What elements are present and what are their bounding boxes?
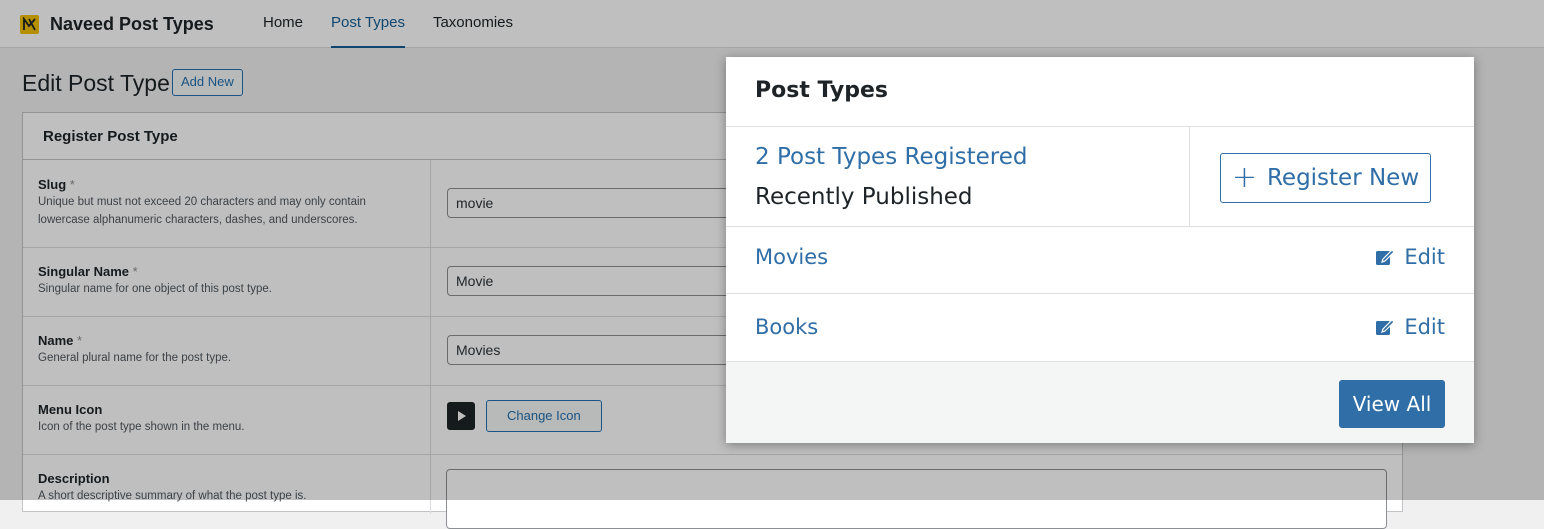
popup-title: Post Types [755, 78, 889, 103]
plus-icon: + [1231, 160, 1257, 195]
divider [726, 293, 1474, 294]
divider [726, 126, 1474, 127]
recently-published-label: Recently Published [755, 184, 973, 210]
view-all-button[interactable]: View All [1339, 380, 1445, 428]
edit-books-button[interactable]: Edit [1375, 315, 1445, 339]
register-new-label: Register New [1266, 165, 1420, 191]
register-new-button[interactable]: + Register New [1220, 153, 1431, 203]
edit-label: Edit [1404, 245, 1445, 269]
edit-label: Edit [1404, 315, 1445, 339]
edit-icon [1375, 317, 1396, 337]
registered-count-link[interactable]: 2 Post Types Registered [755, 144, 1027, 170]
popup-footer: View All [726, 361, 1474, 443]
vertical-divider [1189, 127, 1190, 226]
post-type-item-movies[interactable]: Movies [755, 245, 828, 269]
divider [726, 226, 1474, 227]
post-types-popup: Post Types 2 Post Types Registered Recen… [726, 57, 1474, 443]
post-type-item-books[interactable]: Books [755, 315, 818, 339]
edit-movies-button[interactable]: Edit [1375, 245, 1445, 269]
edit-icon [1375, 247, 1396, 267]
